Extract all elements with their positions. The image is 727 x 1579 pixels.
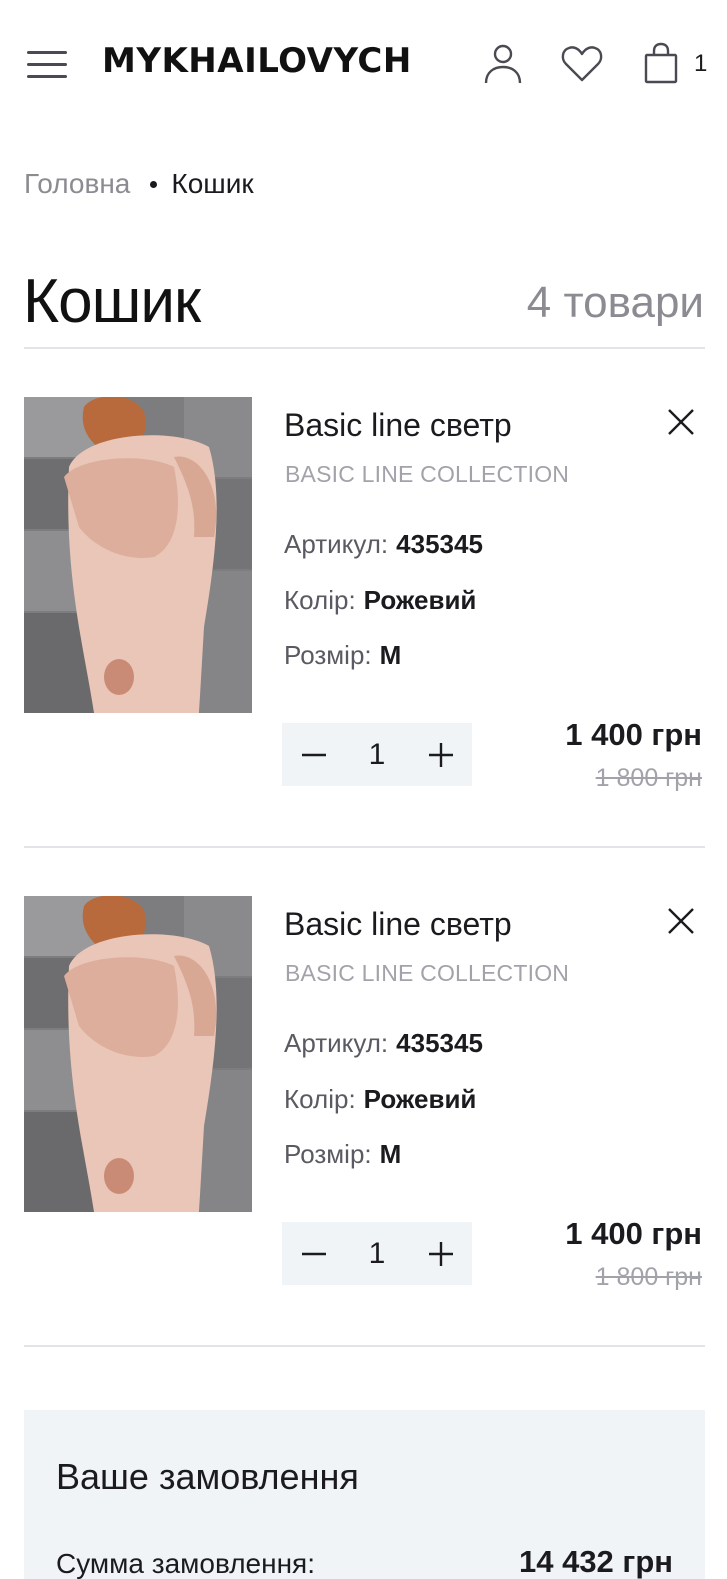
quantity-value[interactable]: 1 <box>345 1222 409 1285</box>
bag-icon[interactable] <box>640 40 684 86</box>
breadcrumb-home-link[interactable]: Головна <box>24 168 130 200</box>
product-collection: BASIC LINE COLLECTION <box>285 960 570 986</box>
quantity-stepper: 1 <box>282 723 472 786</box>
minus-icon[interactable] <box>282 1222 345 1285</box>
close-icon[interactable] <box>664 904 698 938</box>
cart-count-badge[interactable]: 1 <box>694 50 707 78</box>
article-value: 435345 <box>396 1028 483 1058</box>
product-old-price: 1 800 грн <box>595 1263 702 1291</box>
plus-icon[interactable] <box>409 1222 472 1285</box>
user-icon[interactable] <box>481 40 525 86</box>
product-article: Артикул: 435345 <box>284 1028 483 1059</box>
quantity-value[interactable]: 1 <box>345 723 409 786</box>
article-value: 435345 <box>396 529 483 559</box>
product-size: Розмір: M <box>284 1139 401 1170</box>
size-label: Розмір: <box>284 1139 372 1169</box>
product-price: 1 400 грн <box>565 1216 702 1251</box>
product-size: Розмір: M <box>284 640 401 671</box>
product-name[interactable]: Basic line светр <box>284 407 512 444</box>
heart-icon[interactable] <box>560 40 604 86</box>
article-label: Артикул: <box>284 529 389 559</box>
items-count: 4 товари <box>526 278 704 327</box>
page-title: Кошик <box>23 267 201 336</box>
color-label: Колір: <box>284 1084 356 1114</box>
quantity-stepper: 1 <box>282 1222 472 1285</box>
subtotal-label: Сумма замовлення: <box>56 1548 315 1579</box>
article-label: Артикул: <box>284 1028 389 1058</box>
minus-icon[interactable] <box>282 723 345 786</box>
close-icon[interactable] <box>664 405 698 439</box>
product-price: 1 400 грн <box>565 717 702 752</box>
cart-item: Basic line светр BASIC LINE COLLECTION А… <box>0 896 727 1346</box>
color-value: Рожевий <box>363 585 477 615</box>
product-collection: BASIC LINE COLLECTION <box>285 461 570 487</box>
breadcrumb-separator <box>150 180 158 188</box>
size-value: M <box>379 1139 402 1169</box>
summary-title: Ваше замовлення <box>56 1456 359 1497</box>
plus-icon[interactable] <box>409 723 472 786</box>
divider <box>24 846 705 848</box>
menu-icon[interactable] <box>27 49 67 79</box>
product-article: Артикул: 435345 <box>284 529 483 560</box>
divider <box>24 1345 705 1347</box>
size-label: Розмір: <box>284 640 372 670</box>
color-value: Рожевий <box>363 1084 477 1114</box>
product-name[interactable]: Basic line светр <box>284 906 512 943</box>
site-header: MYKHAILOVYCH 1 <box>0 0 727 128</box>
breadcrumb-current: Кошик <box>171 168 254 199</box>
product-old-price: 1 800 грн <box>595 764 702 792</box>
size-value: M <box>379 640 402 670</box>
product-image[interactable] <box>24 397 252 713</box>
color-label: Колір: <box>284 585 356 615</box>
product-image[interactable] <box>24 896 252 1212</box>
cart-page: MYKHAILOVYCH 1 Головна Кошик Кошик 4 тов… <box>0 0 727 1579</box>
product-color: Колір: Рожевий <box>284 1084 476 1115</box>
subtotal-value: 14 432 грн <box>518 1544 673 1579</box>
divider <box>24 347 705 349</box>
logo[interactable]: MYKHAILOVYCH <box>102 41 412 81</box>
order-summary: Ваше замовлення Сумма замовлення: 14 432… <box>24 1410 705 1579</box>
product-color: Колір: Рожевий <box>284 585 476 616</box>
breadcrumb: Головна Кошик <box>24 168 254 200</box>
cart-item: Basic line светр BASIC LINE COLLECTION А… <box>0 397 727 847</box>
